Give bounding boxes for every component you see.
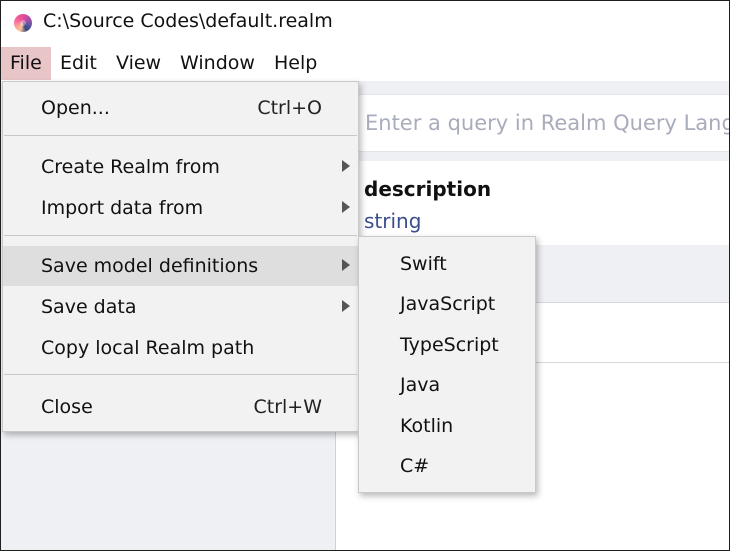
menu-item-import-data-from[interactable]: Import data from <box>3 188 358 228</box>
submenu-item-javascript[interactable]: JavaScript <box>359 284 535 324</box>
menu-item-label: Save data <box>41 296 137 318</box>
menu-separator <box>4 374 357 375</box>
submenu-item-csharp[interactable]: C# <box>359 446 535 486</box>
menu-file[interactable]: File <box>1 47 51 80</box>
menu-item-label: Swift <box>400 253 447 275</box>
menu-window[interactable]: Window <box>171 47 264 80</box>
chevron-right-icon <box>342 201 350 213</box>
menu-view[interactable]: View <box>107 47 170 80</box>
menu-item-shortcut: Ctrl+W <box>253 396 322 418</box>
chevron-right-icon <box>342 259 350 271</box>
menu-item-label: C# <box>400 455 430 477</box>
menu-item-label: TypeScript <box>400 334 499 356</box>
menu-bar: File Edit View Window Help <box>1 47 729 81</box>
menu-item-label: Close <box>41 396 93 418</box>
chevron-right-icon <box>342 300 350 312</box>
title-bar: C:\Source Codes\default.realm <box>1 1 729 45</box>
column-header-type: string <box>364 209 422 233</box>
submenu-item-swift[interactable]: Swift <box>359 244 535 284</box>
menu-item-label: Kotlin <box>400 415 454 437</box>
menu-item-shortcut: Ctrl+O <box>257 97 322 119</box>
query-input[interactable]: Enter a query in Realm Query Language <box>346 94 729 152</box>
submenu-item-kotlin[interactable]: Kotlin <box>359 406 535 446</box>
menu-edit[interactable]: Edit <box>51 47 106 80</box>
menu-item-open[interactable]: Open... Ctrl+O <box>3 88 358 128</box>
submenu-item-java[interactable]: Java <box>359 365 535 405</box>
menu-item-label: Create Realm from <box>41 156 220 178</box>
menu-item-label: Java <box>400 374 441 396</box>
file-menu: Open... Ctrl+O Create Realm from Import … <box>2 81 359 432</box>
column-header-name[interactable]: description <box>364 177 491 201</box>
submenu-item-typescript[interactable]: TypeScript <box>359 325 535 365</box>
menu-item-label: Open... <box>41 97 110 119</box>
menu-item-save-data[interactable]: Save data <box>3 287 358 327</box>
menu-item-create-realm-from[interactable]: Create Realm from <box>3 147 358 187</box>
menu-help[interactable]: Help <box>265 47 326 80</box>
app-window: C:\Source Codes\default.realm File Edit … <box>0 0 730 551</box>
window-title: C:\Source Codes\default.realm <box>43 10 333 32</box>
menu-item-label: Import data from <box>41 197 204 219</box>
menu-item-label: Save model definitions <box>41 255 259 277</box>
chevron-right-icon <box>342 160 350 172</box>
menu-separator <box>4 235 357 236</box>
menu-item-copy-local-realm-path[interactable]: Copy local Realm path <box>3 328 358 368</box>
menu-item-label: JavaScript <box>400 293 496 315</box>
realm-logo-icon <box>14 14 32 32</box>
menu-item-save-model-definitions[interactable]: Save model definitions <box>3 246 358 286</box>
save-model-definitions-submenu: Swift JavaScript TypeScript Java Kotlin … <box>358 236 536 493</box>
menu-item-label: Copy local Realm path <box>41 337 255 359</box>
menu-separator <box>4 135 357 136</box>
menu-item-close[interactable]: Close Ctrl+W <box>3 387 358 427</box>
